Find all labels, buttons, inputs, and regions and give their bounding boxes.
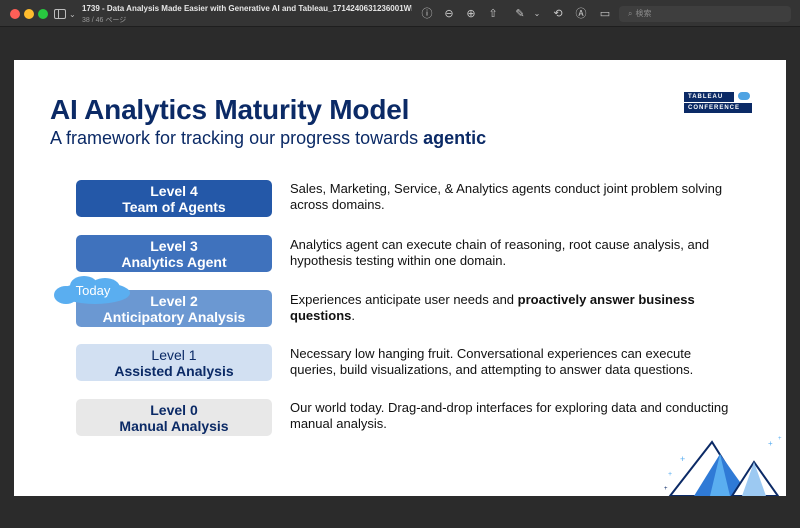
- search-input[interactable]: ⌕ 検索: [619, 6, 791, 22]
- svg-text:+: +: [668, 471, 672, 478]
- svg-text:+: +: [768, 439, 773, 448]
- mountains-illustration: + + + + +: [664, 436, 782, 496]
- sidebar-toggle-icon[interactable]: ⌄: [54, 7, 76, 21]
- cloud-icon: [738, 92, 750, 100]
- level-4-description: Sales, Marketing, Service, & Analytics a…: [290, 181, 723, 212]
- level-4-box: Level 4 Team of Agents: [76, 180, 272, 217]
- window-titlebar: ⌄ 1739 - Data Analysis Made Easier with …: [0, 0, 800, 27]
- markup-pen-icon[interactable]: ✎: [513, 7, 527, 21]
- level-2-description: Experiences anticipate user needs and pr…: [290, 292, 695, 323]
- level-1-box: Level 1 Assisted Analysis: [76, 344, 272, 381]
- level-3-description: Analytics agent can execute chain of rea…: [290, 237, 710, 268]
- document-title: 1739 - Data Analysis Made Easier with Ge…: [82, 4, 412, 13]
- svg-text:+: +: [778, 436, 782, 442]
- today-cloud-badge: Today: [54, 276, 136, 306]
- slide-title: AI Analytics Maturity Model: [50, 94, 410, 125]
- level-1-description: Necessary low hanging fruit. Conversatio…: [290, 346, 694, 377]
- zoom-out-icon[interactable]: ⊖: [442, 7, 456, 21]
- rotate-icon[interactable]: ⟲: [551, 7, 565, 21]
- search-placeholder: 検索: [635, 9, 652, 18]
- page-indicator: 38 / 46 ページ: [82, 17, 127, 24]
- info-icon[interactable]: ⓘ: [420, 7, 434, 21]
- svg-text:+: +: [664, 486, 668, 492]
- chevron-down-icon[interactable]: ⌄: [530, 7, 544, 21]
- minimize-window-button[interactable]: [24, 9, 34, 19]
- level-0-description: Our world today. Drag-and-drop interface…: [290, 400, 729, 431]
- svg-text:+: +: [680, 454, 685, 464]
- slide-canvas: AI Analytics Maturity Model A framework …: [14, 60, 786, 496]
- zoom-window-button[interactable]: [38, 9, 48, 19]
- slide-subtitle: A framework for tracking our progress to…: [50, 128, 487, 148]
- tableau-conference-logo: TABLEAU CONFERENCE: [684, 92, 752, 113]
- zoom-in-icon[interactable]: ⊕: [464, 7, 478, 21]
- share-icon[interactable]: ⇧: [486, 7, 500, 21]
- form-icon[interactable]: ▭: [598, 7, 612, 21]
- subtitle-emphasis: agentic: [423, 128, 487, 148]
- level-0-box: Level 0 Manual Analysis: [76, 399, 272, 436]
- close-window-button[interactable]: [10, 9, 20, 19]
- search-icon: ⌕: [628, 9, 633, 18]
- level-3-box: Level 3 Analytics Agent: [76, 235, 272, 272]
- annotate-icon[interactable]: Ⓐ: [574, 7, 588, 21]
